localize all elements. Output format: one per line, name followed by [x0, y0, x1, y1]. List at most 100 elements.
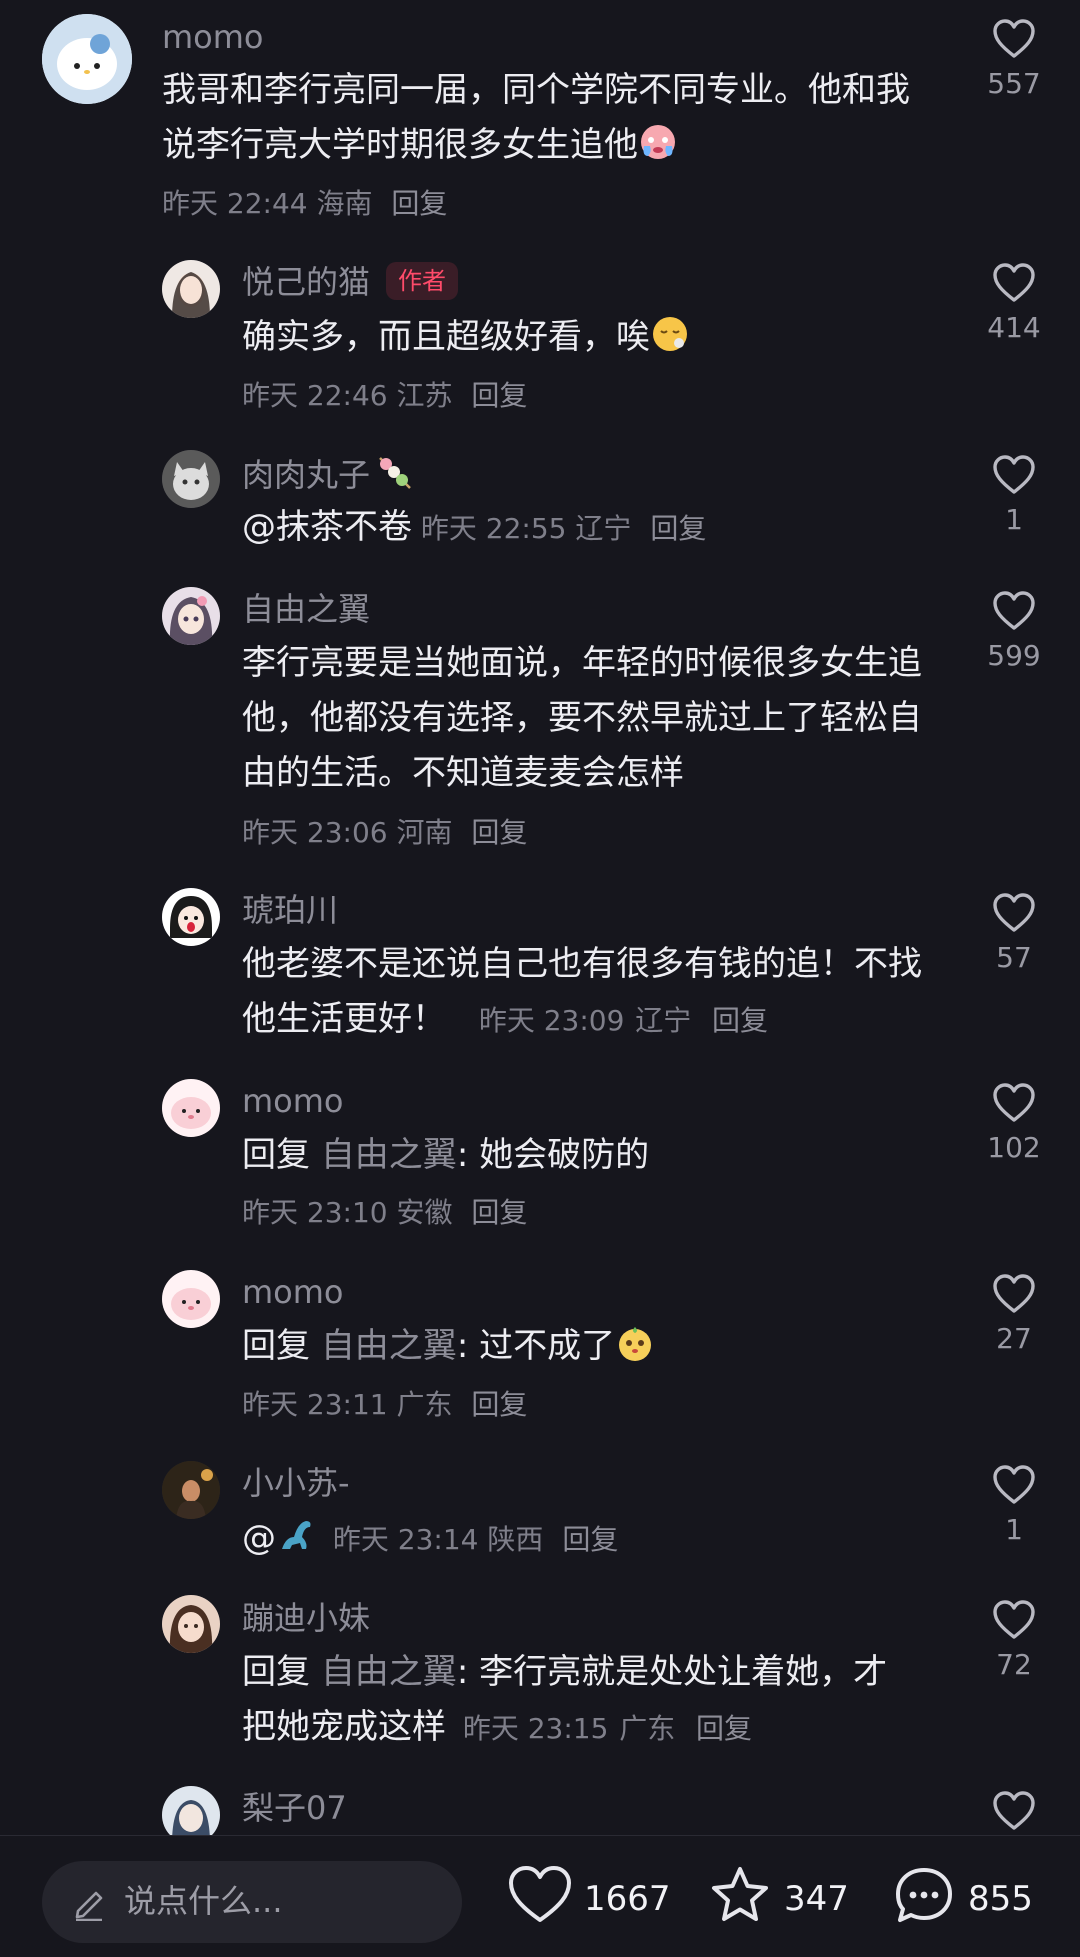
heart-icon	[993, 591, 1035, 630]
cat-avatar-image	[162, 450, 220, 508]
like-total-count: 1667	[584, 1879, 671, 1919]
avatar[interactable]	[162, 1786, 220, 1835]
girl-avatar-image	[162, 260, 220, 318]
comment-location: 广东	[396, 1388, 453, 1421]
favorite-button[interactable]: 347	[708, 1864, 858, 1934]
avatar[interactable]	[162, 450, 220, 508]
comments-button[interactable]: 855	[892, 1864, 1042, 1934]
reply-to-user[interactable]: 自由之翼	[321, 1135, 457, 1175]
comment-bubble-icon	[896, 1868, 952, 1922]
reply-prefix: 回复	[242, 1135, 310, 1175]
username-text[interactable]: 肉肉丸子	[242, 456, 370, 494]
author-badge: 作者	[386, 262, 459, 300]
comment-feed: momo 我哥和李行亮同一届，同个学院不同专业。他和我说李行亮大学时期很多女生追…	[0, 0, 1080, 1835]
avatar[interactable]	[162, 260, 220, 318]
comment-meta: 昨天 22:46 江苏 回复	[242, 376, 527, 416]
avatar[interactable]	[162, 587, 220, 645]
comment-text: 李行亮要是当她面说，年轻的时候很多女生追他，他都没有选择，要不然早就过上了轻松自…	[242, 643, 922, 793]
username[interactable]: momo	[242, 1081, 344, 1121]
comment-text-content: 把她宠成这样	[242, 1707, 446, 1747]
comment-location: 陕西	[487, 1523, 544, 1556]
comment-body-line: @抹茶不卷 昨天 22:55 辽宁 回复	[242, 506, 706, 550]
heart-icon	[993, 455, 1035, 494]
reply-button[interactable]: 回复	[471, 379, 527, 412]
star-icon	[712, 1867, 768, 1921]
avatar[interactable]	[162, 1270, 220, 1328]
comment-body-line: @ 昨天 23:14 陕西 回复	[242, 1515, 618, 1561]
mention-link[interactable]: @抹茶不卷	[242, 507, 412, 547]
cute-face-emoji-icon	[619, 1327, 652, 1361]
avatar[interactable]	[162, 888, 220, 946]
comment-text: 我哥和李行亮同一届，同个学院不同专业。他和我说李行亮大学时期很多女生追他	[162, 63, 922, 173]
comment-input[interactable]: 说点什么...	[42, 1861, 462, 1943]
comment-location: 广东	[619, 1712, 676, 1745]
comment-meta: 昨天 23:06 河南 回复	[242, 813, 527, 853]
reply-to-user[interactable]: 自由之翼	[321, 1652, 457, 1692]
like-button[interactable]: 557	[974, 18, 1054, 102]
like-button[interactable]: 27	[974, 1273, 1054, 1357]
reply-button[interactable]: 回复	[650, 512, 706, 545]
like-count: 57	[996, 941, 1032, 974]
like-button[interactable]: 1	[974, 1464, 1054, 1548]
username[interactable]: 琥珀川	[242, 890, 338, 930]
comment-meta: 昨天 22:44 海南 回复	[162, 184, 447, 224]
like-count: 599	[987, 639, 1041, 672]
username[interactable]: momo	[162, 17, 264, 57]
avatar-image	[162, 1786, 220, 1835]
reply-button[interactable]: 回复	[712, 1004, 768, 1037]
like-button[interactable]: 1	[974, 454, 1054, 538]
reply-button[interactable]: 回复	[696, 1712, 752, 1745]
heart-icon	[993, 1791, 1035, 1830]
comment-location: 海南	[316, 187, 373, 220]
reply-button[interactable]: 回复	[391, 187, 447, 220]
heart-icon	[993, 1465, 1035, 1504]
reply-button[interactable]: 回复	[471, 1196, 527, 1229]
hello-kitty-avatar-image	[42, 14, 132, 104]
comment-input-placeholder: 说点什么...	[124, 1882, 283, 1920]
username[interactable]: 蹦迪小妹	[242, 1598, 370, 1638]
mention-link[interactable]: @	[242, 1518, 276, 1558]
like-button[interactable]: 414	[974, 262, 1054, 346]
like-button[interactable]: 72	[974, 1599, 1054, 1683]
reply-button[interactable]: 回复	[471, 816, 527, 849]
like-button[interactable]	[974, 1790, 1054, 1832]
like-total-button[interactable]: 1667	[506, 1864, 671, 1934]
username[interactable]: 梨子07	[242, 1788, 347, 1828]
comment-text: 回复 自由之翼: 李行亮就是处处让着她，才 把她宠成这样 昨天 23:15 广东…	[242, 1645, 942, 1756]
comment-meta: 昨天 23:10 安徽 回复	[242, 1193, 527, 1233]
reply-button[interactable]: 回复	[471, 1388, 527, 1421]
cartoon-girl-avatar-image	[162, 888, 220, 946]
comment-location: 江苏	[396, 379, 453, 412]
comment-text-content: 李行亮就是处处让着她，才	[479, 1652, 888, 1692]
avatar[interactable]	[162, 1595, 220, 1653]
comment-time: 昨天 22:46	[242, 379, 388, 412]
username[interactable]: 自由之翼	[242, 589, 370, 629]
like-button[interactable]: 57	[974, 892, 1054, 976]
comment-location: 安徽	[396, 1196, 453, 1229]
avatar[interactable]	[162, 1079, 220, 1137]
username[interactable]: momo	[242, 1272, 344, 1312]
heart-icon	[993, 1600, 1035, 1639]
avatar[interactable]	[162, 1461, 220, 1519]
like-count: 557	[987, 67, 1041, 100]
comment-time: 昨天 23:06	[242, 816, 388, 849]
comment-meta: 昨天 23:11 广东 回复	[242, 1385, 527, 1425]
username-text[interactable]: 悦己的猫	[242, 263, 370, 301]
like-button[interactable]: 599	[974, 590, 1054, 674]
comment-time: 昨天 23:11	[242, 1388, 388, 1421]
pencil-icon	[75, 1891, 103, 1921]
comment-location: 辽宁	[635, 1004, 692, 1037]
like-button[interactable]: 102	[974, 1082, 1054, 1166]
heart-icon	[993, 19, 1035, 58]
avatar[interactable]	[42, 14, 132, 104]
like-count: 102	[987, 1131, 1041, 1164]
comment-text: 回复 自由之翼: 过不成了	[242, 1319, 982, 1374]
username[interactable]: 小小苏-	[242, 1463, 350, 1503]
like-count: 414	[987, 311, 1041, 344]
comment-time: 昨天 23:14	[332, 1523, 479, 1556]
dinosaur-emoji-icon	[282, 1521, 311, 1549]
comment-time: 昨天 22:55	[420, 512, 567, 545]
reply-button[interactable]: 回复	[562, 1523, 618, 1556]
reply-to-user[interactable]: 自由之翼	[321, 1326, 457, 1366]
comment-location: 辽宁	[575, 512, 632, 545]
